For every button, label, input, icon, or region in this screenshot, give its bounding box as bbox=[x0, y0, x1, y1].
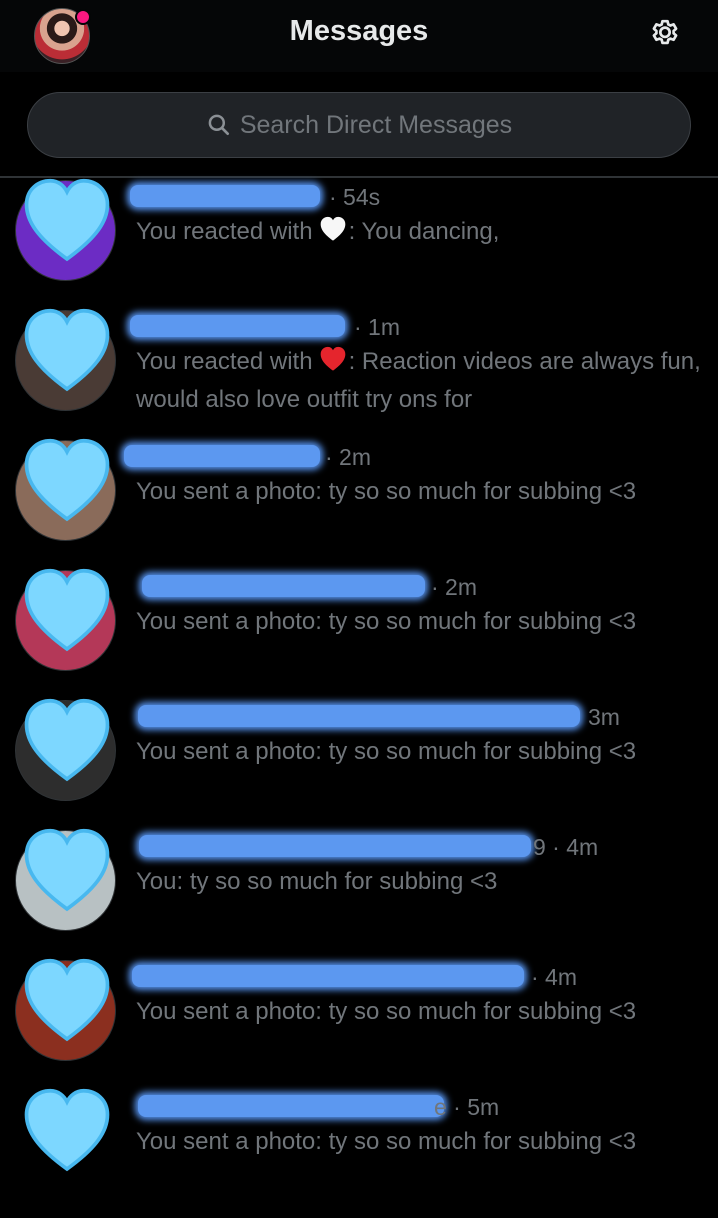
message-preview: You: ty so so much for subbing <3 bbox=[136, 868, 498, 895]
gear-icon bbox=[652, 19, 678, 45]
timestamp: 9 · 4m bbox=[533, 834, 599, 860]
blue-heart-icon bbox=[21, 1088, 113, 1180]
blue-heart-icon bbox=[21, 828, 113, 920]
message-preview: You sent a photo: ty so so much for subb… bbox=[136, 1128, 637, 1155]
redacted-name bbox=[132, 965, 524, 987]
redacted-name bbox=[142, 575, 425, 597]
conversation-row[interactable]: · 4m You sent a photo: ty so so much for… bbox=[0, 958, 718, 1088]
timestamp: e · 5m bbox=[434, 1094, 500, 1120]
preview-text: You reacted with bbox=[136, 218, 313, 245]
message-list: · 54s You reacted with : You dancing, · 1… bbox=[0, 178, 718, 1200]
blue-heart-icon bbox=[21, 698, 113, 790]
page-title: Messages bbox=[289, 15, 429, 47]
search-input[interactable]: Search Direct Messages bbox=[27, 92, 691, 158]
message-preview: You sent a photo: ty so so much for subb… bbox=[136, 738, 637, 765]
redacted-name bbox=[138, 705, 580, 727]
preview-text: : You dancing, bbox=[348, 218, 500, 245]
red-heart-icon bbox=[319, 346, 347, 383]
timestamp: · 54s bbox=[329, 184, 381, 210]
conversation-row[interactable]: e · 5m You sent a photo: ty so so much f… bbox=[0, 1088, 718, 1218]
message-preview: You reacted with: Reaction videos are al… bbox=[136, 345, 706, 416]
blue-heart-icon bbox=[21, 308, 113, 400]
redacted-name bbox=[130, 185, 320, 207]
conversation-row[interactable]: 9 · 4m You: ty so so much for subbing <3 bbox=[0, 828, 718, 958]
redacted-name bbox=[124, 445, 320, 467]
timestamp: 3m bbox=[588, 704, 620, 730]
conversation-row[interactable]: · 54s You reacted with : You dancing, bbox=[0, 178, 718, 308]
blue-heart-icon bbox=[21, 568, 113, 660]
message-preview: You sent a photo: ty so so much for subb… bbox=[136, 608, 637, 635]
conversation-row[interactable]: · 2m You sent a photo: ty so so much for… bbox=[0, 438, 718, 568]
conversation-row[interactable]: · 2m You sent a photo: ty so so much for… bbox=[0, 568, 718, 698]
white-heart-icon bbox=[319, 216, 347, 253]
search-icon bbox=[206, 112, 232, 138]
timestamp: · 2m bbox=[325, 444, 371, 470]
blue-heart-icon bbox=[21, 178, 113, 270]
message-preview: You sent a photo: ty so so much for subb… bbox=[136, 998, 637, 1025]
top-header: Messages bbox=[0, 0, 718, 72]
search-placeholder: Search Direct Messages bbox=[239, 110, 513, 139]
message-preview: You reacted with : You dancing, bbox=[136, 215, 706, 253]
conversation-row[interactable]: · 1m You reacted with: Reaction videos a… bbox=[0, 308, 718, 438]
timestamp: · 4m bbox=[531, 964, 577, 990]
message-preview: You sent a photo: ty so so much for subb… bbox=[136, 478, 637, 505]
timestamp: · 1m bbox=[354, 314, 400, 340]
redacted-name bbox=[139, 835, 531, 857]
preview-text: You reacted with bbox=[136, 348, 313, 375]
redacted-name bbox=[138, 1095, 444, 1117]
blue-heart-icon bbox=[21, 958, 113, 1050]
blue-heart-icon bbox=[21, 438, 113, 530]
conversation-row[interactable]: 3m You sent a photo: ty so so much for s… bbox=[0, 698, 718, 828]
redacted-name bbox=[130, 315, 345, 337]
timestamp: · 2m bbox=[431, 574, 477, 600]
settings-button[interactable] bbox=[642, 14, 688, 56]
